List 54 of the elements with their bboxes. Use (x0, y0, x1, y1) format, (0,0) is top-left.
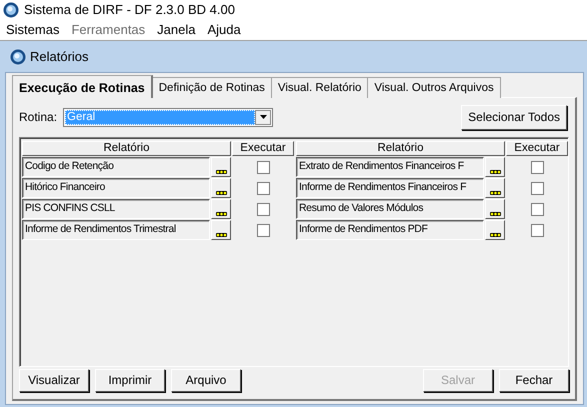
checkbox[interactable] (530, 182, 544, 194)
report-name-cell: Hitórico Financeiro (22, 178, 210, 198)
dots-icon (216, 191, 226, 195)
app-icon (10, 48, 26, 64)
ellipsis-button[interactable] (485, 220, 505, 240)
child-window-title: Relatórios (30, 48, 89, 66)
dots-icon (490, 170, 500, 174)
checkbox[interactable] (256, 224, 270, 236)
report-name-cell: Extrato de Rendimentos Financeiros F (296, 157, 484, 177)
ellipsis-button[interactable] (211, 199, 231, 219)
checkbox[interactable] (530, 224, 544, 236)
menu-item[interactable]: Ajuda (201, 20, 247, 40)
app-icon (3, 2, 19, 18)
ellipsis-button[interactable] (485, 157, 505, 177)
ellipsis-button[interactable] (211, 157, 231, 177)
checkbox[interactable] (256, 160, 270, 174)
select-all-button[interactable]: Selecionar Todos (461, 104, 567, 130)
column-header: Executar (232, 141, 294, 156)
action-button[interactable]: Imprimir (95, 368, 165, 392)
report-name-cell: Resumo de Valores Módulos (296, 199, 484, 219)
tab[interactable]: Execução de Rotinas (12, 75, 153, 98)
dots-icon (216, 170, 226, 174)
menu-item[interactable]: Janela (151, 20, 202, 40)
report-name-cell: Informe de Rendimentos PDF (296, 220, 484, 240)
dots-icon (216, 233, 226, 237)
checkbox[interactable] (256, 182, 270, 194)
dots-icon (490, 191, 500, 195)
column-header: Relatório (296, 141, 505, 156)
ellipsis-button[interactable] (211, 178, 231, 198)
action-button[interactable]: Fechar (499, 368, 569, 392)
checkbox[interactable] (256, 202, 270, 216)
action-button[interactable]: Arquivo (171, 368, 241, 392)
tab[interactable]: Visual. Relatório (270, 77, 368, 98)
report-name-cell: Codigo de Retenção (22, 157, 210, 177)
ellipsis-button[interactable] (485, 178, 505, 198)
window-title: Sistema de DIRF - DF 2.3.0 BD 4.00 (24, 1, 235, 20)
dots-icon (490, 233, 500, 237)
action-button[interactable]: Visualizar (19, 368, 89, 392)
checkbox[interactable] (530, 160, 544, 174)
report-name-cell: Informe de Rendimentos Trimestral (22, 220, 210, 240)
column-header: Relatório (22, 141, 231, 156)
menu-item[interactable]: Sistemas (0, 20, 66, 40)
rotina-label: Rotina: (19, 109, 58, 126)
ellipsis-button[interactable] (211, 220, 231, 240)
report-name-cell: PIS CONFINS CSLL (22, 199, 210, 219)
tab[interactable]: Definição de Rotinas (152, 77, 272, 98)
checkbox[interactable] (530, 202, 544, 216)
report-name-cell: Informe de Rendimentos Financeiros F (296, 178, 484, 198)
ellipsis-button[interactable] (485, 199, 505, 219)
tab[interactable]: Visual. Outros Arquivos (367, 77, 501, 98)
dots-icon (216, 212, 226, 216)
column-header: Executar (506, 141, 568, 156)
dots-icon (490, 212, 500, 216)
dropdown-arrow-icon (260, 115, 267, 119)
